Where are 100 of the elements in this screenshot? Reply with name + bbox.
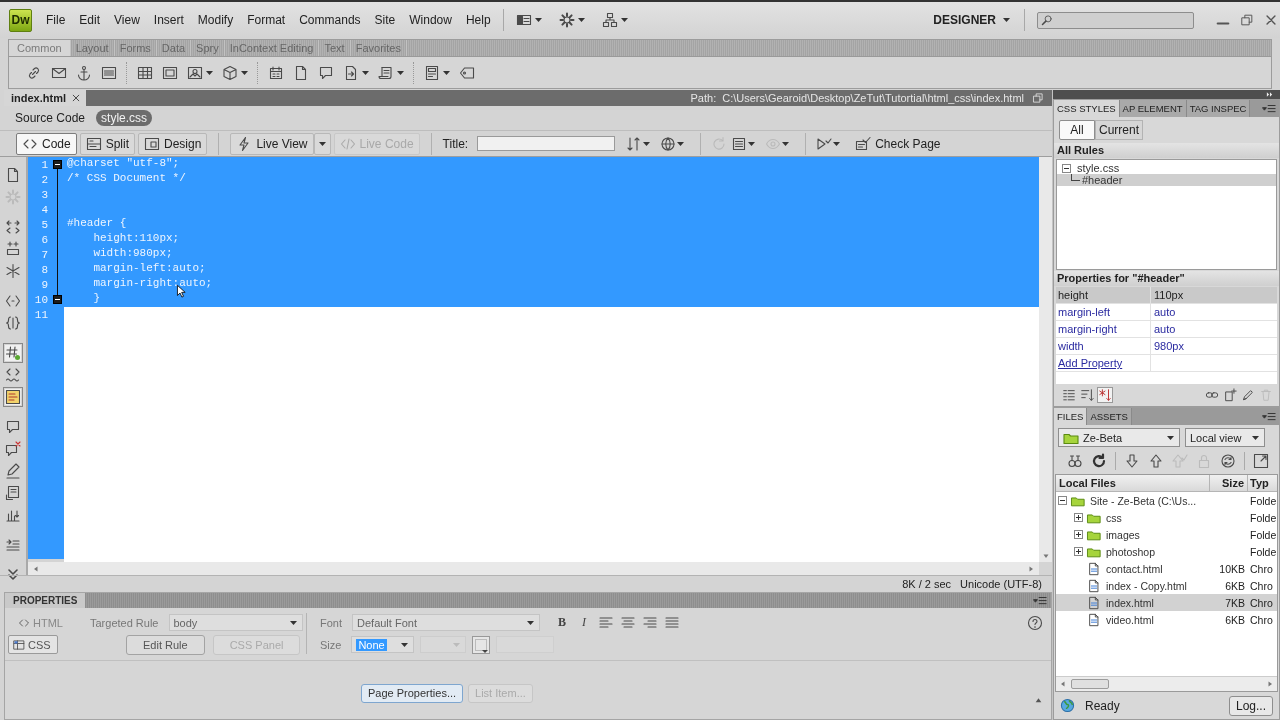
scroll-right-icon[interactable]: [1027, 564, 1035, 573]
sync-icon[interactable]: [1220, 453, 1236, 469]
bold-button[interactable]: B: [554, 614, 570, 631]
caret-icon[interactable]: [241, 70, 248, 75]
italic-button[interactable]: I: [576, 614, 592, 631]
check-arrow-icon[interactable]: [1172, 453, 1188, 469]
mode-button[interactable]: All: [1059, 120, 1095, 140]
column-header[interactable]: Size: [1210, 475, 1248, 491]
menu-item[interactable]: Site: [374, 13, 396, 27]
expand-icon[interactable]: [1074, 547, 1083, 556]
menu-item[interactable]: File: [46, 13, 66, 27]
property-row[interactable]: margin-left auto: [1056, 304, 1277, 321]
caret-icon[interactable]: [443, 70, 450, 75]
rule-button[interactable]: Edit Rule: [126, 634, 205, 655]
close-icon[interactable]: [71, 93, 81, 103]
vertical-scrollbar[interactable]: [1039, 157, 1052, 562]
font-dropdown[interactable]: Default Font: [352, 614, 540, 631]
scroll-left-icon[interactable]: [1059, 680, 1067, 688]
view-button[interactable]: Code: [16, 132, 77, 155]
hash-icon[interactable]: [5, 345, 21, 361]
menu-item[interactable]: Help: [465, 13, 491, 27]
view-dropdown[interactable]: Local view: [1185, 428, 1265, 447]
wavy-brackets-icon[interactable]: [5, 367, 21, 383]
braces-icon[interactable]: [5, 315, 21, 331]
color-swatch-icon[interactable]: [472, 635, 491, 654]
file-row[interactable]: css Folde: [1056, 509, 1277, 526]
mode-button[interactable]: Current: [1095, 120, 1143, 140]
arrows-icon[interactable]: [5, 219, 21, 235]
menu-item[interactable]: Insert: [153, 13, 184, 27]
calendar-icon[interactable]: [268, 64, 284, 81]
file-row[interactable]: index.html 7KB Chro: [1056, 594, 1277, 611]
panel-tab[interactable]: AP ELEMENT: [1119, 100, 1187, 117]
binoculars-icon[interactable]: [1067, 453, 1083, 469]
scroll-down-icon[interactable]: [1041, 552, 1050, 560]
div-icon[interactable]: [162, 64, 178, 81]
menu-item[interactable]: Edit: [79, 13, 101, 27]
tag-icon[interactable]: [459, 64, 475, 81]
horizontal-scrollbar[interactable]: [1056, 676, 1277, 691]
caret-icon[interactable]: [643, 141, 651, 146]
workspace-switcher[interactable]: DESIGNER: [931, 13, 1012, 27]
horizontal-scrollbar[interactable]: [28, 562, 1039, 575]
template-icon[interactable]: [424, 64, 440, 81]
add-property-link[interactable]: Add Property: [1058, 357, 1123, 369]
menu-item[interactable]: Modify: [197, 13, 234, 27]
list-icon[interactable]: [731, 135, 748, 152]
property-row[interactable]: width 980px: [1056, 338, 1277, 355]
caret-icon[interactable]: [577, 18, 585, 22]
document-tab[interactable]: index.html: [4, 90, 86, 106]
scroll-right-icon[interactable]: [1266, 680, 1274, 688]
caret-icon[interactable]: [677, 141, 685, 146]
comment-icon[interactable]: [318, 64, 334, 81]
caret-icon[interactable]: [782, 141, 790, 146]
asterisk-arrow-icon[interactable]: [1098, 388, 1112, 402]
panel-tab[interactable]: PROPERTIES: [5, 593, 86, 608]
angle-brackets-icon[interactable]: [5, 293, 21, 309]
file-row[interactable]: photoshop Folde: [1056, 543, 1277, 560]
caret-icon[interactable]: [362, 70, 369, 75]
collapse-icon[interactable]: [53, 295, 62, 304]
search-field[interactable]: [1037, 11, 1194, 29]
sort-icon[interactable]: [1080, 388, 1094, 402]
site-dropdown[interactable]: Ze-Beta: [1058, 428, 1180, 447]
caret-icon[interactable]: [833, 141, 841, 146]
image-icon[interactable]: [187, 64, 203, 81]
caret-icon[interactable]: [397, 70, 404, 75]
caret-icon[interactable]: [534, 18, 542, 22]
panel-tab[interactable]: TAG INSPEC: [1186, 100, 1251, 117]
title-field[interactable]: [477, 136, 616, 151]
collapse-icon[interactable]: [1058, 496, 1067, 505]
caret-icon[interactable]: [620, 18, 628, 22]
targeted-rule-dropdown[interactable]: body: [168, 614, 303, 631]
file-row[interactable]: images Folde: [1056, 526, 1277, 543]
comment-x-icon[interactable]: [5, 441, 21, 457]
scroll-left-icon[interactable]: [32, 564, 40, 573]
view-button[interactable]: Design: [138, 132, 208, 155]
dropdown-button[interactable]: [313, 132, 331, 155]
scroll-thumb[interactable]: [1071, 679, 1109, 689]
caret-icon[interactable]: [206, 70, 213, 75]
mode-button[interactable]: CSS: [8, 635, 58, 654]
double-chevron-icon[interactable]: [5, 567, 21, 583]
page-plus-icon[interactable]: [1223, 388, 1237, 402]
panel-tab[interactable]: ASSETS: [1087, 408, 1132, 425]
expand-panel-icon[interactable]: [1034, 695, 1043, 705]
stylesheet-item[interactable]: style.css: [1057, 162, 1276, 174]
pencil-icon[interactable]: [1241, 388, 1255, 402]
property-row[interactable]: height 110px: [1056, 287, 1277, 304]
color-lines-icon[interactable]: [5, 389, 21, 405]
down-arrow-icon[interactable]: [1124, 453, 1140, 469]
page-button[interactable]: Page Properties...: [361, 683, 464, 703]
close-icon[interactable]: [1264, 13, 1278, 27]
file-row[interactable]: Site - Ze-Beta (C:\Us... Folde: [1056, 492, 1277, 509]
restore-icon[interactable]: [1240, 13, 1254, 27]
view-button[interactable]: Split: [79, 132, 136, 155]
frame-arrows-icon[interactable]: [5, 241, 21, 257]
file-row[interactable]: contact.html 10KB Chro: [1056, 560, 1277, 577]
menu-item[interactable]: Format: [247, 13, 286, 27]
comment-icon[interactable]: [5, 419, 21, 435]
panel-tab[interactable]: FILES: [1054, 408, 1088, 425]
globe-icon[interactable]: [660, 135, 677, 152]
document-icon[interactable]: [293, 64, 309, 81]
rule-item[interactable]: #header: [1057, 174, 1276, 186]
